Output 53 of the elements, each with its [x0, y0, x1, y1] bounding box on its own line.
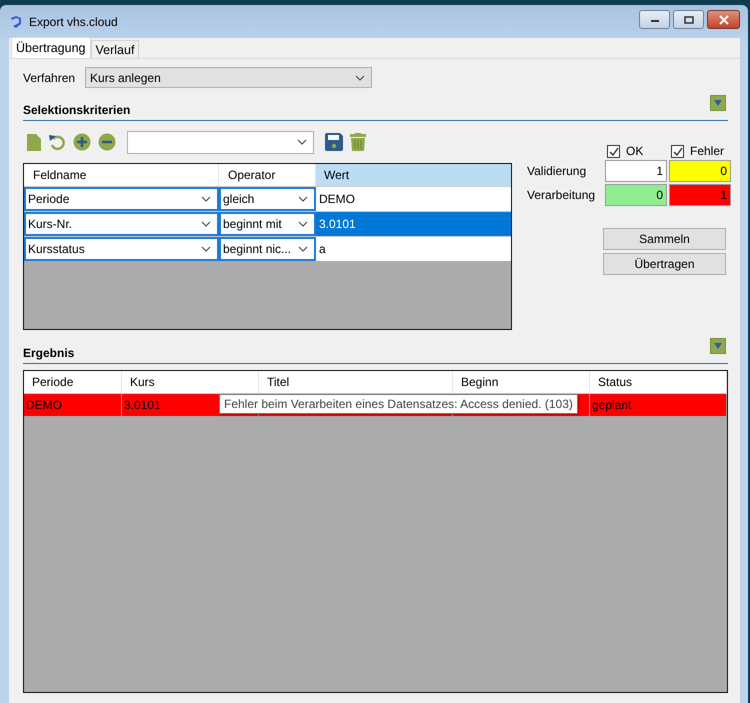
triangle-down-icon	[714, 343, 722, 349]
chevron-down-icon	[355, 75, 366, 81]
action-button[interactable]: Sammeln	[603, 228, 726, 250]
save-icon[interactable]	[325, 133, 343, 151]
undo-icon[interactable]	[48, 133, 66, 151]
close-button[interactable]	[707, 10, 740, 29]
checkbox-label: Fehler	[690, 144, 724, 158]
chevron-down-icon	[201, 196, 211, 202]
counter-field[interactable]: 1	[669, 184, 731, 206]
remove-icon[interactable]	[98, 133, 116, 151]
section-title: Ergebnis	[23, 346, 74, 360]
table-cell: geplant	[590, 394, 727, 416]
maximize-icon	[684, 16, 694, 24]
table-cell: DEMO	[24, 394, 122, 416]
chevron-down-icon	[201, 221, 211, 227]
procedure-label: Verfahren	[23, 70, 76, 84]
counter-field[interactable]: 1	[605, 160, 667, 182]
chevron-down-icon	[298, 221, 308, 227]
operator-dropdown[interactable]: beginnt mit	[219, 212, 316, 236]
checkbox[interactable]	[607, 144, 620, 158]
window-title: Export vhs.cloud	[29, 14, 119, 28]
triangle-down-icon	[714, 100, 722, 106]
counter-label: Validierung	[527, 164, 588, 178]
field-dropdown[interactable]: Kursstatus	[24, 237, 219, 261]
procedure-dropdown[interactable]: Kurs anlegen	[85, 67, 372, 88]
close-icon	[718, 14, 728, 24]
value-cell[interactable]: 3.0101	[316, 212, 511, 236]
field-dropdown[interactable]: Kurs-Nr.	[24, 212, 219, 236]
tab[interactable]: Übertragung	[11, 37, 90, 58]
action-button[interactable]: Übertragen	[603, 253, 726, 275]
operator-dropdown[interactable]: beginnt nic...	[219, 237, 316, 261]
app-logo-icon	[9, 14, 23, 28]
chevron-down-icon	[201, 246, 211, 252]
add-icon[interactable]	[73, 133, 91, 151]
tab[interactable]: Verlauf	[90, 40, 140, 58]
counter-field[interactable]: 0	[605, 184, 667, 206]
chevron-down-icon	[297, 138, 307, 144]
tooltip: Fehler beim Verarbeiten eines Datensatzes: Access denied. (103)	[219, 394, 578, 414]
value-cell[interactable]: DEMO	[316, 187, 511, 211]
minimize-button[interactable]	[639, 10, 670, 29]
operator-dropdown[interactable]: gleich	[219, 187, 316, 211]
counter-label: Verarbeitung	[527, 188, 596, 202]
column-header: Wert	[316, 164, 511, 186]
trash-icon[interactable]	[350, 133, 366, 151]
chevron-down-icon	[298, 246, 308, 252]
section-title: Selektionskriterien	[23, 103, 130, 117]
maximize-button[interactable]	[673, 10, 704, 29]
chevron-down-icon	[298, 196, 308, 202]
counter-field[interactable]: 0	[669, 160, 731, 182]
field-dropdown[interactable]: Periode	[24, 187, 219, 211]
value-cell[interactable]: a	[316, 237, 511, 261]
checkbox-label: OK	[626, 144, 644, 158]
checkbox[interactable]	[671, 144, 684, 158]
